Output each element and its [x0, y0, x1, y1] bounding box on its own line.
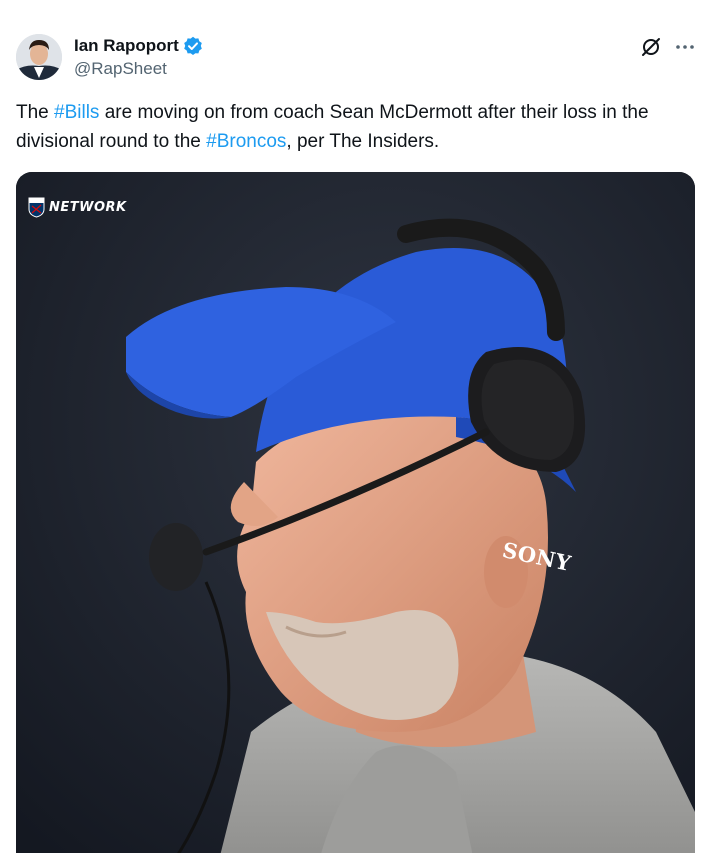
tweet-card: Ian Rapoport @RapSheet The #Bills are mo… — [0, 0, 712, 853]
more-icon[interactable] — [674, 36, 696, 58]
tweet-header: Ian Rapoport @RapSheet — [16, 32, 696, 84]
author-info: Ian Rapoport @RapSheet — [74, 35, 203, 79]
grok-icon[interactable] — [640, 36, 662, 58]
coach-photo-illustration — [16, 172, 695, 853]
author-handle[interactable]: @RapSheet — [74, 59, 203, 79]
avatar[interactable] — [16, 34, 62, 80]
nfl-shield-icon — [28, 196, 45, 218]
verified-badge-icon — [183, 36, 203, 56]
hashtag-broncos-link[interactable]: #Broncos — [206, 131, 286, 152]
tweet-text-part-3: , per The Insiders. — [286, 131, 440, 152]
nfl-network-watermark: NETWORK — [28, 196, 127, 218]
tweet-text-part-1: The — [16, 102, 55, 123]
tweet-text: The #Bills are moving on from coach Sean… — [16, 98, 696, 156]
header-actions — [640, 36, 696, 58]
tweet-media-photo[interactable]: NETWORK SONY — [16, 172, 695, 853]
author-display-name[interactable]: Ian Rapoport — [74, 36, 179, 56]
nfl-network-label: NETWORK — [49, 199, 127, 215]
hashtag-bills-link[interactable]: #Bills — [54, 102, 99, 123]
